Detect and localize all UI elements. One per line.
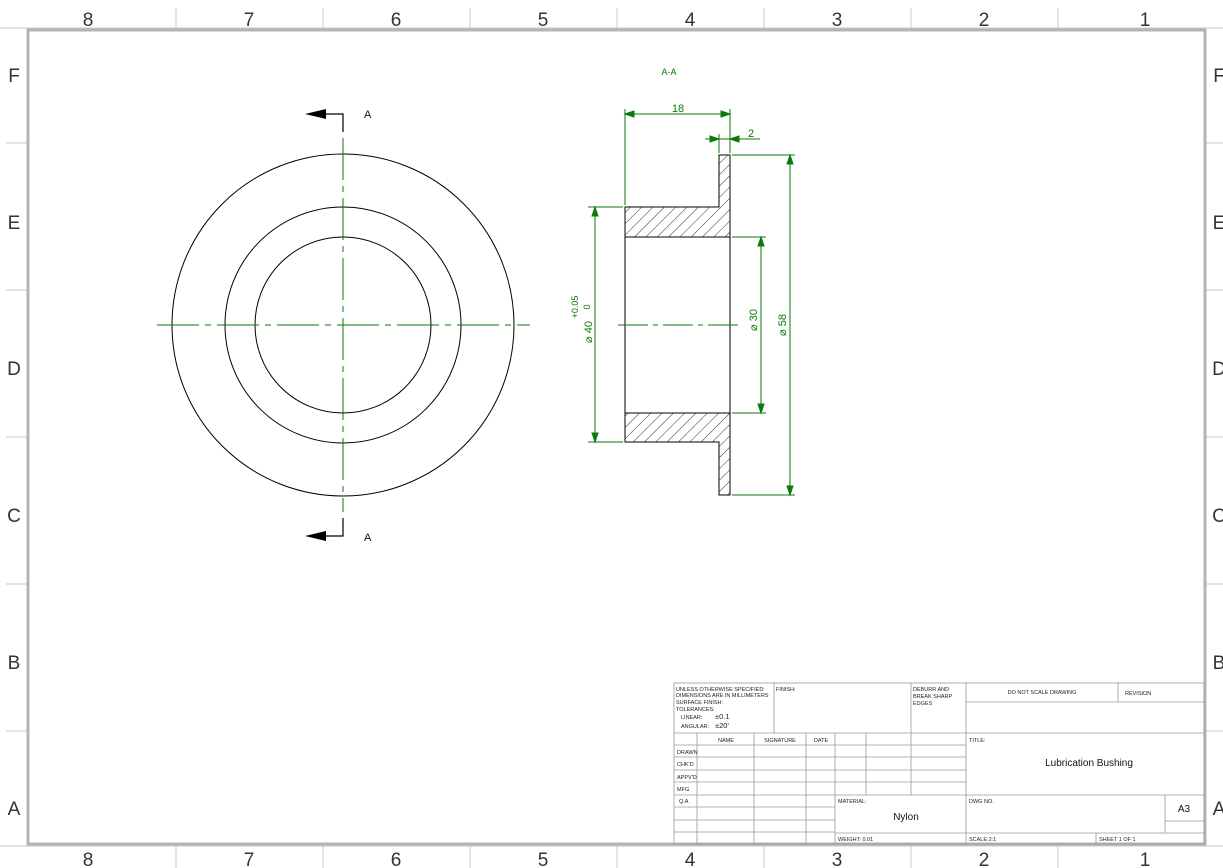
front-view: A A [157, 109, 530, 544]
dimension-body-tol-lower: 0 [582, 304, 592, 309]
section-label-bottom: A [364, 532, 372, 544]
col-label-1: 1 [1140, 850, 1151, 868]
sheet-size: A3 [1178, 804, 1191, 815]
col-label-8: 8 [83, 850, 94, 868]
dimension-length-text: 18 [672, 103, 684, 115]
col-label-4: 4 [685, 10, 696, 31]
notes-line-4: TOLERANCES: [676, 707, 715, 713]
weight-text: WEIGHT: 0.01 [838, 837, 873, 843]
col-label-5: 5 [538, 850, 549, 868]
col-label-4: 4 [685, 850, 696, 868]
dimension-outer-diameter-text: ⌀ 58 [777, 314, 789, 336]
column-signature-header: SIGNATURE [764, 738, 796, 744]
dimension-bore-diameter-text: ⌀ 30 [748, 309, 760, 331]
col-label-6: 6 [391, 850, 402, 868]
linear-label: LINEAR: [681, 715, 703, 721]
col-label-2: 2 [979, 10, 990, 31]
row-appvd-label: APPV'D [677, 775, 697, 781]
row-label-e: E [1213, 213, 1223, 234]
revision-label: REVISION [1125, 691, 1151, 697]
row-label-e: E [8, 213, 21, 234]
row-label-f: F [8, 66, 20, 87]
section-label-top: A [364, 109, 372, 121]
row-label-d: D [7, 359, 21, 380]
finish-label: FINISH: [776, 687, 796, 693]
angular-value: ±20' [715, 721, 729, 730]
row-label-d: D [1212, 359, 1223, 380]
row-label-a: A [8, 799, 21, 820]
notes-line-3: SURFACE FINISH: [676, 700, 724, 706]
row-label-a: A [1213, 799, 1223, 820]
zone-border [0, 8, 1223, 868]
dimension-flange-thickness-text: 2 [748, 128, 754, 140]
dimension-body-tol-upper: +0.05 [570, 296, 580, 319]
title-label: TITLE: [969, 738, 986, 744]
col-label-2: 2 [979, 850, 990, 868]
col-label-6: 6 [391, 10, 402, 31]
row-labels-right: F E D C B A [1212, 66, 1223, 820]
section-view-label: A-A [661, 67, 676, 77]
section-wall-bottom [624, 412, 731, 496]
material-label: MATERIAL: [838, 799, 867, 805]
drawing-sheet: 8 7 6 5 4 3 2 1 8 7 6 5 4 3 2 1 F E D C … [0, 8, 1223, 868]
row-label-c: C [1212, 506, 1223, 527]
row-label-b: B [8, 653, 21, 674]
dimension-body-diameter-text: ⌀ 40 [583, 321, 595, 343]
section-wall-top [624, 154, 731, 238]
linear-value: ±0.1 [715, 712, 730, 721]
do-not-scale-text: DO NOT SCALE DRAWING [1008, 690, 1077, 696]
dimension-length [623, 109, 732, 205]
row-labels-left: F E D C B A [7, 66, 21, 820]
sheet-number: SHEET 1 OF 1 [1099, 837, 1136, 843]
row-label-f: F [1213, 66, 1223, 87]
section-view: A-A 18 2 ⌀ 58 ⌀ 30 ⌀ 40 +0.05 0 [570, 67, 795, 497]
row-label-c: C [7, 506, 21, 527]
notes-line-2: DIMENSIONS ARE IN MILLIMETERS [676, 693, 769, 699]
col-label-1: 1 [1140, 10, 1151, 31]
scale-text: SCALE:2:1 [969, 837, 996, 843]
row-drawn-label: DRAWN [677, 750, 698, 756]
angular-label: ANGULAR: [681, 724, 710, 730]
column-name-header: NAME [718, 738, 734, 744]
dwg-no-label: DWG NO. [969, 799, 994, 805]
section-arrow-top: A [305, 109, 372, 132]
section-arrow-bottom: A [305, 518, 372, 544]
row-label-b: B [1213, 653, 1223, 674]
column-date-header: DATE [814, 738, 829, 744]
col-label-7: 7 [244, 10, 255, 31]
deburr-line-1: DEBURR AND [913, 687, 949, 693]
col-label-3: 3 [832, 10, 843, 31]
deburr-line-3: EDGES [913, 701, 933, 707]
col-label-3: 3 [832, 850, 843, 868]
col-label-5: 5 [538, 10, 549, 31]
drawing-frame [26, 28, 1207, 846]
row-qa-label: Q.A [679, 799, 689, 805]
drawing-title: Lubrication Bushing [1045, 758, 1133, 769]
col-label-8: 8 [83, 10, 94, 31]
col-label-7: 7 [244, 850, 255, 868]
deburr-line-2: BREAK SHARP [913, 694, 952, 700]
material-value: Nylon [893, 812, 919, 823]
row-mfg-label: MFG [677, 787, 689, 793]
row-chkd-label: CHK'D [677, 762, 694, 768]
